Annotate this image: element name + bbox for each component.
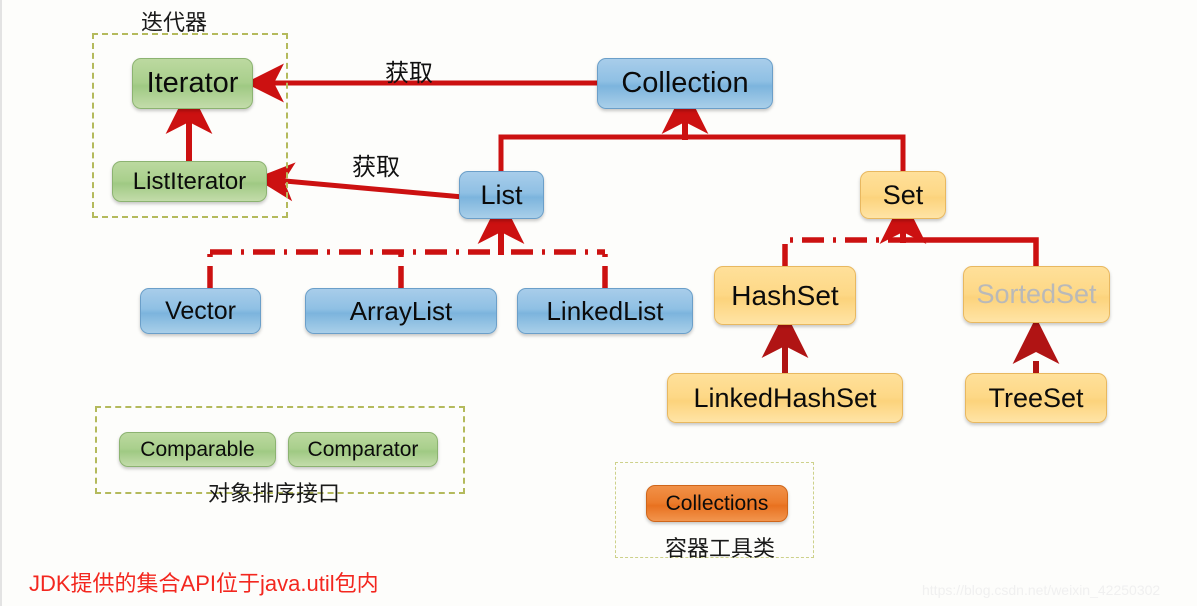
group-caption-utility: 容器工具类	[665, 536, 776, 561]
node-iterator[interactable]: Iterator	[132, 58, 253, 109]
group-caption-iterator: 迭代器	[141, 10, 208, 35]
footnote-text: JDK提供的集合API位于java.util包内	[29, 571, 379, 596]
node-label-iterator: Iterator	[146, 67, 239, 99]
node-treeset[interactable]: TreeSet	[965, 373, 1107, 423]
node-label-comparable: Comparable	[140, 438, 255, 461]
node-label-sortedset: SortedSet	[976, 279, 1097, 309]
node-comparator[interactable]: Comparator	[288, 432, 438, 467]
node-label-list-iterator: ListIterator	[132, 167, 247, 195]
node-vector[interactable]: Vector	[140, 288, 261, 334]
node-linkedlist[interactable]: LinkedList	[517, 288, 693, 334]
node-label-arraylist: ArrayList	[349, 296, 453, 326]
node-label-collections: Collections	[665, 492, 769, 515]
edge-list-to-collection	[498, 134, 685, 172]
node-hashset[interactable]: HashSet	[714, 266, 856, 325]
node-collection[interactable]: Collection	[597, 58, 773, 109]
node-label-linkedhashset: LinkedHashSet	[693, 382, 877, 413]
node-comparable[interactable]: Comparable	[119, 432, 276, 467]
node-label-list: List	[480, 179, 523, 210]
node-label-collection: Collection	[621, 67, 749, 99]
node-label-treeset: TreeSet	[988, 382, 1084, 413]
node-list[interactable]: List	[459, 171, 544, 219]
edge-hashset-bus	[782, 237, 903, 266]
edge-label-list-listiterator: 获取	[352, 154, 400, 181]
edge-set-to-collection	[685, 134, 906, 172]
edge-label-collection-iterator: 获取	[385, 60, 433, 87]
diagram-canvas: Iterator : "获取" horizontal arrow --> Lis…	[0, 0, 1197, 606]
group-caption-sorting: 对象排序接口	[208, 481, 341, 506]
node-label-comparator: Comparator	[307, 438, 419, 461]
node-collections[interactable]: Collections	[646, 485, 788, 522]
node-arraylist[interactable]: ArrayList	[305, 288, 497, 334]
node-list-iterator[interactable]: ListIterator	[112, 161, 267, 202]
node-label-set: Set	[882, 179, 924, 210]
node-label-hashset: HashSet	[731, 279, 839, 311]
node-linkedhashset[interactable]: LinkedHashSet	[667, 373, 903, 423]
node-label-vector: Vector	[165, 296, 236, 325]
node-label-linkedlist: LinkedList	[546, 296, 664, 326]
watermark-url: https://blog.csdn.net/weixin_42250302	[922, 582, 1161, 598]
node-set[interactable]: Set	[860, 171, 946, 219]
node-sortedset[interactable]: SortedSet	[963, 266, 1110, 323]
edge-list-to-listiterator	[255, 162, 464, 202]
edge-sortedset-to-set	[903, 237, 1039, 266]
